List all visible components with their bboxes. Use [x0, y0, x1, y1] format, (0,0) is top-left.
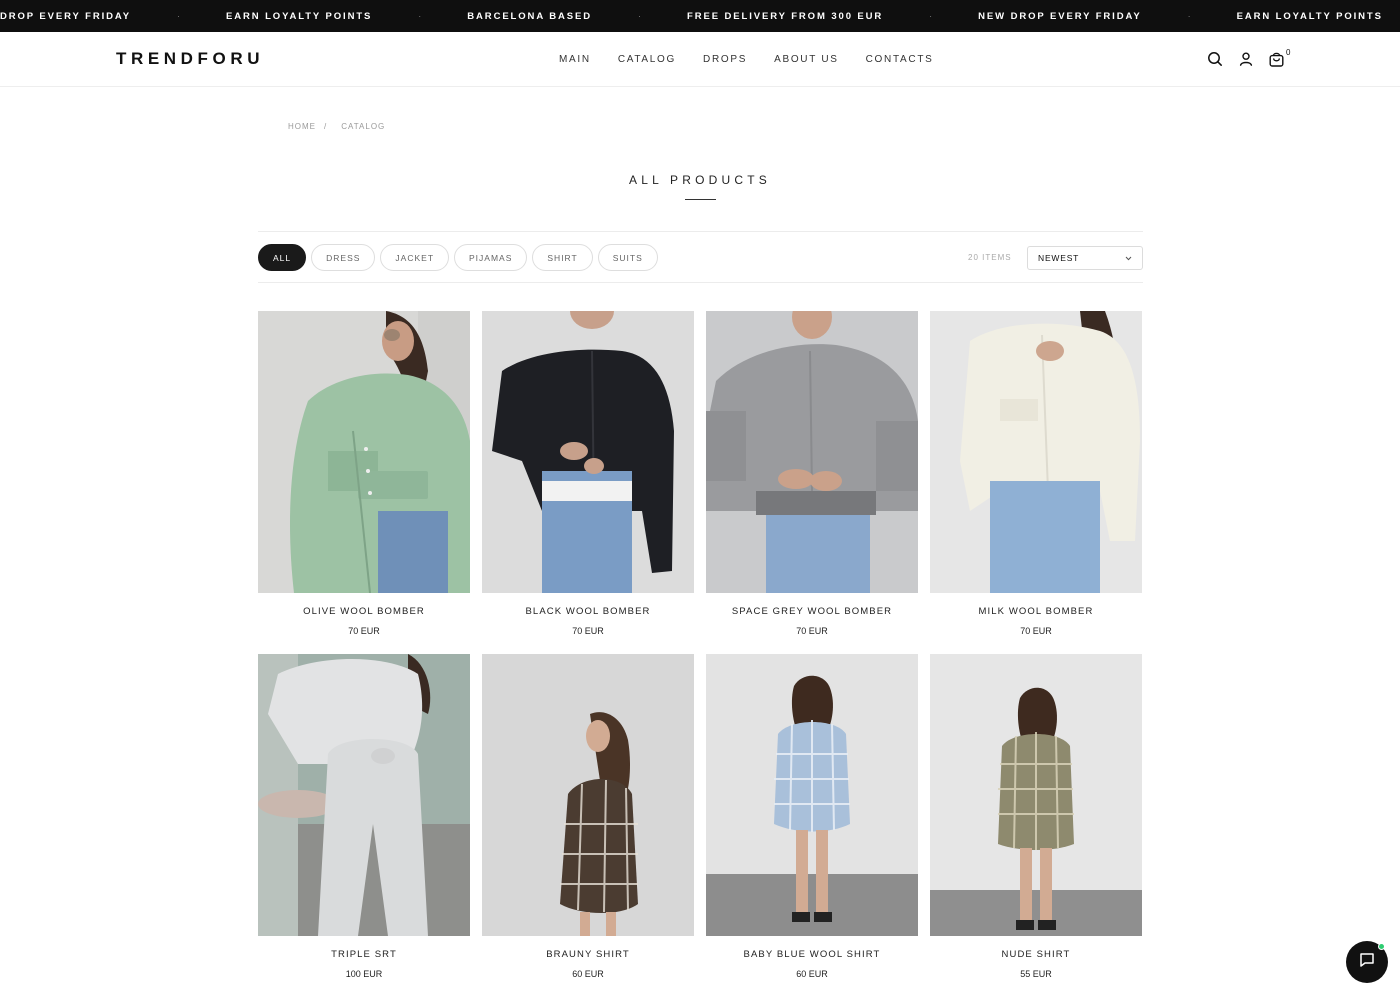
product-price: 100 EUR	[345, 969, 383, 979]
product-name[interactable]: MILK WOOL BOMBER	[930, 606, 1142, 617]
product-card[interactable]: OLIVE WOOL BOMBER 70 EUR	[258, 311, 470, 654]
nav-catalog[interactable]: CATALOG	[618, 54, 676, 65]
product-price: 70 EUR	[1020, 626, 1052, 636]
ticker-separator: ·	[1187, 11, 1191, 21]
chip-jacket[interactable]: JACKET	[380, 244, 450, 271]
ticker-item: Drop every Friday	[0, 10, 132, 22]
ticker-separator: ·	[418, 11, 422, 21]
product-name[interactable]: BABY BLUE WOOL SHIRT	[706, 949, 918, 960]
cart-icon[interactable]	[1266, 49, 1286, 69]
product-name[interactable]: OLIVE WOOL BOMBER	[258, 606, 470, 617]
product-name[interactable]: SPACE GREY WOOL BOMBER	[706, 606, 918, 617]
chip-dress[interactable]: DRESS	[311, 244, 376, 271]
baby-blue-shirt-photo[interactable]	[706, 654, 918, 936]
grey-bomber-photo[interactable]	[706, 311, 918, 593]
nude-shirt-photo[interactable]	[930, 654, 1142, 936]
product-name[interactable]: BRAUNY SHIRT	[482, 949, 694, 960]
product-price: 70 EUR	[348, 626, 380, 636]
product-name[interactable]: NUDE SHIRT	[930, 949, 1142, 960]
site-logo[interactable]: TRENDFORU	[116, 49, 264, 69]
product-card[interactable]: MILK WOOL BOMBER 70 EUR	[930, 311, 1142, 654]
nav-main[interactable]: MAIN	[559, 54, 591, 65]
breadcrumb-home[interactable]: HOME	[288, 122, 316, 131]
product-card[interactable]: SPACE GREY WOOL BOMBER 70 EUR	[706, 311, 918, 654]
ticker-separator: ·	[638, 11, 642, 21]
product-price: 70 EUR	[796, 626, 828, 636]
olive-bomber-photo[interactable]	[258, 311, 470, 593]
ticker-item: Earn loyalty points	[1236, 10, 1383, 22]
product-card[interactable]: NUDE SHIRT 55 EUR	[930, 654, 1142, 995]
category-chips: ALL DRESS JACKET PIJAMAS SHIRT SUITS	[258, 244, 658, 271]
sort-value: NEWEST	[1038, 253, 1080, 263]
product-card[interactable]: BABY BLUE WOOL SHIRT 60 EUR	[706, 654, 918, 995]
breadcrumb-current: CATALOG	[341, 122, 386, 131]
sort-select[interactable]: NEWEST	[1027, 246, 1143, 270]
milk-bomber-photo[interactable]	[930, 311, 1142, 593]
ticker-separator: ·	[177, 11, 181, 21]
chip-shirt[interactable]: SHIRT	[532, 244, 593, 271]
nav-contacts[interactable]: CONTACTS	[866, 54, 934, 65]
product-price: 55 EUR	[1020, 969, 1052, 979]
ticker-item: Free delivery from 300 EUR	[687, 10, 884, 22]
page-title: ALL PRODUCTS	[629, 173, 771, 187]
nav-about-us[interactable]: ABOUT US	[774, 54, 839, 65]
product-card[interactable]: BLACK WOOL BOMBER 70 EUR	[482, 311, 694, 654]
ticker-item: New drop every Friday	[978, 10, 1142, 22]
main-nav: MAIN CATALOG DROPS ABOUT US CONTACTS	[559, 54, 934, 65]
user-icon[interactable]	[1236, 49, 1256, 69]
filter-bar: ALL DRESS JACKET PIJAMAS SHIRT SUITS 20 …	[258, 231, 1143, 283]
ticker-track: Drop every Friday · Earn loyalty points · Ba…	[0, 0, 1400, 32]
chip-pijamas[interactable]: PIJAMAS	[454, 244, 528, 271]
ticker-item: Earn loyalty points	[226, 10, 373, 22]
product-price: 60 EUR	[572, 969, 604, 979]
breadcrumb-separator: /	[324, 122, 328, 131]
site-header: TRENDFORU MAIN CATALOG DROPS ABOUT US CO…	[0, 32, 1400, 87]
chat-icon	[1358, 951, 1376, 974]
ticker-separator: ·	[929, 11, 933, 21]
brauny-shirt-photo[interactable]	[482, 654, 694, 936]
black-bomber-photo[interactable]	[482, 311, 694, 593]
title-underline	[685, 199, 716, 200]
breadcrumb: HOME / CATALOG	[288, 122, 385, 131]
ticker-item: Barcelona based	[467, 10, 593, 22]
items-count: 20 ITEMS	[968, 253, 1012, 262]
product-card[interactable]: TRIPLE SRT 100 EUR	[258, 654, 470, 995]
announcement-ticker: Drop every Friday · Earn loyalty points · Ba…	[0, 0, 1400, 32]
product-name[interactable]: BLACK WOOL BOMBER	[482, 606, 694, 617]
chat-status-dot	[1378, 943, 1385, 950]
product-card[interactable]: BRAUNY SHIRT 60 EUR	[482, 654, 694, 995]
chevron-down-icon	[1125, 253, 1132, 263]
product-price: 70 EUR	[572, 626, 604, 636]
product-name[interactable]: TRIPLE SRT	[258, 949, 470, 960]
nav-drops[interactable]: DROPS	[703, 54, 747, 65]
triple-set-photo[interactable]	[258, 654, 470, 936]
cart-count-badge: 0	[1286, 48, 1291, 57]
chip-all[interactable]: ALL	[258, 244, 307, 271]
product-grid: OLIVE WOOL BOMBER 70 EUR BLACK WOOL BOMB…	[258, 311, 1143, 995]
product-price: 60 EUR	[796, 969, 828, 979]
search-icon[interactable]	[1205, 49, 1225, 69]
chip-suits[interactable]: SUITS	[597, 244, 658, 271]
